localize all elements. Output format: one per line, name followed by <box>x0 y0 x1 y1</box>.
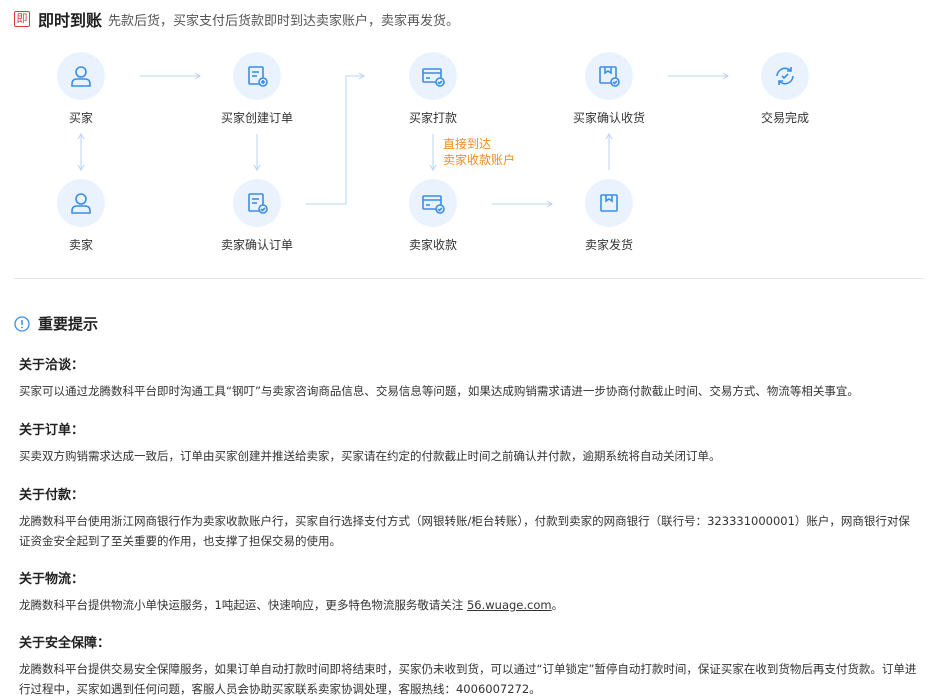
tips-section-text: 龙腾数科平台提供物流小单快运服务，1吨起运、快速响应，更多特色物流服务敬请关注 … <box>19 595 919 615</box>
payment-card-icon <box>409 52 457 100</box>
node-label: 买家打款 <box>408 111 457 125</box>
flow-node-buyer-pay: 买家打款 <box>368 52 498 126</box>
node-label: 买家 <box>68 111 93 125</box>
node-label: 买家创建订单 <box>220 111 293 125</box>
tips-header: 重要提示 <box>14 313 98 334</box>
node-label: 卖家发货 <box>584 238 633 252</box>
logistics-link[interactable]: 56.wuage.com <box>467 598 552 612</box>
flow-note-line2: 卖家收款账户 <box>443 153 516 167</box>
order-check-icon <box>233 179 281 227</box>
flow-node-buyer: 买家 <box>16 52 146 126</box>
flow-node-seller: 卖家 <box>16 179 146 253</box>
node-label: 卖家确认订单 <box>220 238 293 252</box>
node-label: 卖家 <box>68 238 93 252</box>
flow-note: 直接到达 卖家收款账户 <box>443 136 515 168</box>
flow-note-line1: 直接到达 <box>443 137 492 151</box>
flow-node-buyer-confirm-receipt: 买家确认收货 <box>544 52 674 126</box>
tips-title: 重要提示 <box>38 315 99 333</box>
tips-section-title: 关于安全保障： <box>19 636 111 651</box>
flow-node-seller-confirm-order: 卖家确认订单 <box>192 179 322 253</box>
node-label: 交易完成 <box>760 111 809 125</box>
user-icon <box>57 179 105 227</box>
flow-node-seller-receive: 卖家收款 <box>368 179 498 253</box>
tips-section-text: 买卖双方购销需求达成一致后，订单由买家创建并推送给卖家，买家请在约定的付款截止时… <box>19 449 721 463</box>
tips-section-title: 关于物流： <box>19 572 85 587</box>
tips-section-title: 关于付款： <box>19 488 85 503</box>
node-label: 买家确认收货 <box>572 111 645 125</box>
package-check-icon <box>585 52 633 100</box>
info-icon <box>14 315 30 332</box>
flow-node-seller-ship: 卖家发货 <box>544 179 674 253</box>
tips-section-title: 关于洽谈： <box>19 358 85 373</box>
refresh-check-icon <box>761 52 809 100</box>
payment-card-icon <box>409 179 457 227</box>
flow-node-trade-complete: 交易完成 <box>720 52 850 126</box>
tips-section-text: 龙腾数科平台提供交易安全保障服务，如果订单自动打款时间即将结束时，买家仍未收到货… <box>19 662 917 696</box>
create-order-icon <box>233 52 281 100</box>
user-icon <box>57 52 105 100</box>
flow-node-buyer-create-order: 买家创建订单 <box>192 52 322 126</box>
logistics-text: 龙腾数科平台提供物流小单快运服务，1吨起运、快速响应，更多特色物流服务敬请关注 <box>19 598 467 612</box>
logistics-text-end: 。 <box>551 598 564 612</box>
process-flow: 买家 买家创建订单 买家打款 买家确认收货 交易完成 卖家 卖家确认订单 卖家收… <box>0 0 934 270</box>
node-label: 卖家收款 <box>408 238 457 252</box>
tips-section-text: 龙腾数科平台使用浙江网商银行作为卖家收款账户行，买家自行选择支付方式（网银转账/… <box>19 514 910 548</box>
tips-section-text: 买家可以通过龙腾数科平台即时沟通工具“钢叮”与卖家咨询商品信息、交易信息等问题，… <box>19 384 859 398</box>
package-icon <box>585 179 633 227</box>
divider <box>14 278 924 279</box>
tips-section-title: 关于订单： <box>19 423 85 438</box>
